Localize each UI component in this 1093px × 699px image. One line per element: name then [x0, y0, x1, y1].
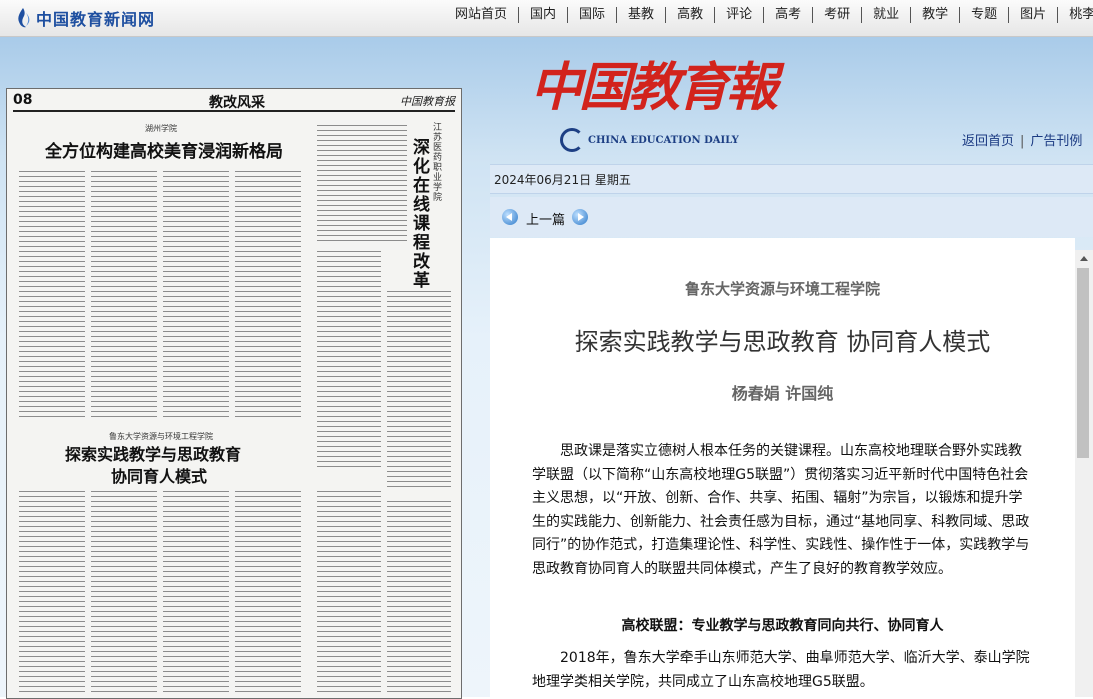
- text-column[interactable]: [91, 489, 157, 694]
- previous-article-link[interactable]: 上一篇: [526, 209, 565, 228]
- newspaper-page-number: 08: [13, 92, 33, 108]
- scrollbar-thumb[interactable]: [1077, 268, 1089, 458]
- header-links: 返回首页 | 广告刊例: [962, 130, 1082, 149]
- scroll-up-arrow-icon[interactable]: [1080, 256, 1088, 261]
- nav-item-taoli[interactable]: 桃李: [1058, 7, 1093, 23]
- nav-item-topics[interactable]: 专题: [960, 7, 1010, 23]
- nav-item-employment[interactable]: 就业: [862, 7, 912, 23]
- article-content: 鲁东大学资源与环境工程学院 探索实践教学与思政教育 协同育人模式 杨春娟 许国纯…: [490, 238, 1075, 697]
- masthead-chinese: 中国教育報: [530, 57, 778, 118]
- site-logo[interactable]: 中国教育新闻网: [14, 6, 155, 30]
- newspaper-page-title: 教改风采: [209, 95, 265, 111]
- nav-item-domestic[interactable]: 国内: [519, 7, 569, 23]
- story1-kicker: 湖州学院: [145, 124, 177, 133]
- text-column[interactable]: [235, 169, 301, 419]
- nav-item-teaching[interactable]: 教学: [911, 7, 961, 23]
- site-logo-text: 中国教育新闻网: [36, 10, 156, 29]
- text-column[interactable]: [163, 489, 229, 694]
- date-bar: 2024年06月21日 星期五: [490, 164, 1093, 194]
- link-separator: |: [1020, 134, 1025, 149]
- text-column[interactable]: [317, 123, 407, 243]
- previous-arrow-icon[interactable]: [502, 209, 518, 225]
- article-paragraph: 2018年，鲁东大学牵手山东师范大学、曲阜师范大学、临沂大学、泰山学院地理学类相…: [532, 650, 1030, 690]
- text-column[interactable]: [387, 499, 451, 694]
- newspaper-page-header: 08 教改风采 中国教育报: [13, 92, 455, 112]
- nav-item-postgraduate[interactable]: 考研: [813, 7, 863, 23]
- article-subtitle: 鲁东大学资源与环境工程学院: [684, 280, 880, 298]
- text-column[interactable]: [19, 489, 85, 694]
- text-column[interactable]: [19, 169, 85, 419]
- nav-item-home[interactable]: 网站首页: [444, 7, 520, 23]
- issue-date: 2024年06月21日 星期五: [494, 173, 631, 187]
- return-home-link[interactable]: 返回首页: [962, 134, 1014, 149]
- newspaper-page-brand: 中国教育报: [400, 95, 455, 108]
- flame-logo-icon: [18, 8, 30, 28]
- text-column[interactable]: [387, 289, 451, 489]
- story3-headline-line1[interactable]: 探索实践教学与思政教育: [65, 441, 241, 465]
- text-column[interactable]: [163, 169, 229, 419]
- article-paragraph: 思政课是落实立德树人根本任务的关键课程。山东高校地理联合野外实践教学联盟（以下简…: [532, 443, 1030, 577]
- newspaper-masthead: 中国教育報 CHINA EDUCATION DAILY: [530, 57, 778, 152]
- story2-kicker: 江苏医药职业学院: [433, 123, 443, 203]
- masthead-english: CHINA EDUCATION DAILY: [588, 134, 739, 146]
- nav-item-international[interactable]: 国际: [568, 7, 618, 23]
- text-column[interactable]: [317, 489, 381, 694]
- top-navigation-bar: 中国教育新闻网 网站首页 国内 国际 基教 高教 评论 高考 考研 就业 教学 …: [0, 0, 1093, 37]
- article-scrollbar[interactable]: [1075, 250, 1093, 697]
- nav-item-commentary[interactable]: 评论: [715, 7, 765, 23]
- newspaper-page-image[interactable]: 08 教改风采 中国教育报 湖州学院 全方位构建高校美育浸润新格局 江苏医药职业…: [6, 88, 462, 699]
- article-authors: 杨春娟 许国纯: [731, 384, 834, 403]
- masthead-emblem-icon: [560, 128, 584, 152]
- main-nav: 网站首页 国内 国际 基教 高教 评论 高考 考研 就业 教学 专题 图片 桃李: [444, 7, 1093, 23]
- story1-headline[interactable]: 全方位构建高校美育浸润新格局: [45, 137, 283, 162]
- article-navigation: 上一篇: [490, 197, 1093, 237]
- article-title: 探索实践教学与思政教育 协同育人模式: [574, 328, 991, 356]
- nav-item-pictures[interactable]: 图片: [1009, 7, 1059, 23]
- text-column[interactable]: [235, 489, 301, 694]
- text-column[interactable]: [91, 169, 157, 419]
- masthead-english-line: CHINA EDUCATION DAILY: [560, 128, 739, 152]
- nav-item-basic-education[interactable]: 基教: [617, 7, 667, 23]
- nav-item-higher-education[interactable]: 高教: [666, 7, 716, 23]
- next-arrow-icon[interactable]: [572, 209, 588, 225]
- nav-item-gaokao[interactable]: 高考: [764, 7, 814, 23]
- text-column[interactable]: [317, 249, 381, 469]
- story3-headline-line2[interactable]: 协同育人模式: [111, 463, 207, 487]
- ad-rates-link[interactable]: 广告刊例: [1030, 134, 1082, 149]
- article-section-heading: 高校联盟：专业教学与思政教育同向共行、协同育人: [621, 618, 944, 634]
